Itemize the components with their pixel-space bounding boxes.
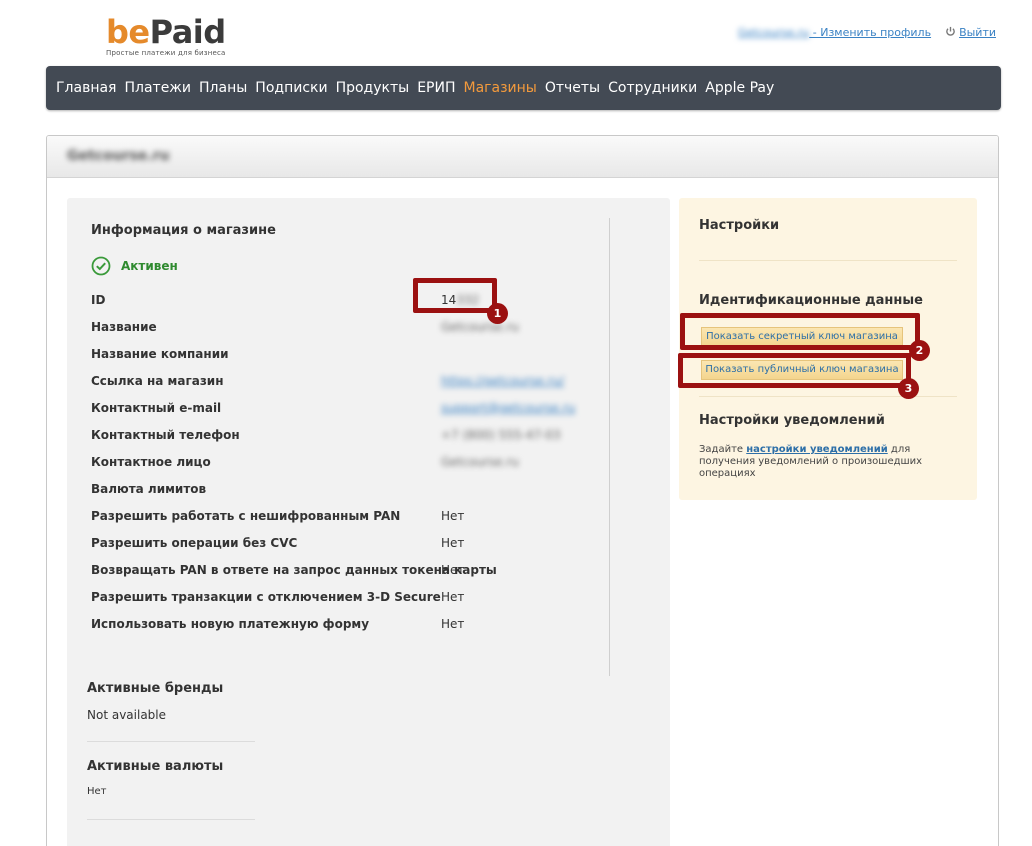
notify-prefix: Задайте [699, 444, 747, 455]
active-currencies-value: Нет [87, 786, 107, 797]
main-nav: Главная Платежи Планы Подписки Продукты … [46, 66, 1001, 110]
top-user-links: Getcourse.ru - Изменить профиль Выйти [738, 26, 996, 39]
status-indicator: Активен [91, 256, 178, 276]
nav-item-erip[interactable]: ЕРИП [417, 80, 455, 96]
row-value-unencrypted-pan: Нет [441, 509, 465, 523]
row-label-company: Название компании [91, 347, 229, 361]
row-label-id: ID [91, 293, 106, 307]
row-value-no-cvc: Нет [441, 536, 465, 550]
logo-paid: Paid [149, 13, 227, 51]
row-label-new-payment-form: Использовать новую платежную форму [91, 617, 370, 631]
annotation-badge-3: 3 [898, 378, 919, 399]
annotation-badge-1: 1 [487, 303, 508, 324]
row-label-return-pan: Возвращать PAN в ответе на запрос данных… [91, 563, 497, 577]
nav-item-apple-pay[interactable]: Apple Pay [705, 80, 774, 96]
settings-title: Настройки [699, 218, 780, 233]
row-label-shop-url: Ссылка на магазин [91, 374, 224, 388]
highlight-box-1 [413, 278, 497, 313]
row-label-limit-currency: Валюта лимитов [91, 482, 207, 496]
row-value-contact-person: Getcourse.ru [441, 455, 519, 469]
row-value-no-3ds: Нет [441, 590, 465, 604]
logout-link[interactable]: Выйти [959, 26, 996, 39]
nav-item-employees[interactable]: Сотрудники [608, 80, 697, 96]
brand-tagline: Простые платежи для бизнеса [106, 49, 226, 57]
logo-be: be [106, 13, 150, 51]
highlight-box-3 [678, 353, 911, 388]
currencies-separator [87, 819, 255, 820]
active-currencies-title: Активные валюты [87, 759, 224, 774]
row-label-name: Название [91, 320, 157, 334]
row-value-new-payment-form: Нет [441, 617, 465, 631]
brands-separator [87, 741, 255, 742]
notify-settings-title: Настройки уведомлений [699, 413, 885, 428]
nav-item-plans[interactable]: Планы [199, 80, 247, 96]
shop-name-link[interactable]: Getcourse.ru [738, 26, 809, 39]
annotation-badge-2: 2 [909, 340, 930, 361]
highlight-box-2 [680, 313, 920, 350]
settings-separator-1 [699, 260, 957, 261]
row-label-contact-person: Контактное лицо [91, 455, 211, 469]
active-brands-title: Активные бренды [87, 681, 224, 696]
info-section-title: Информация о магазине [91, 223, 276, 238]
power-icon [946, 26, 955, 36]
nav-item-home[interactable]: Главная [56, 80, 116, 96]
row-value-email[interactable]: support@getcourse.ru [441, 401, 575, 415]
panel-header: Getcourse.ru [47, 136, 998, 178]
row-value-shop-url[interactable]: https://getcourse.ru/ [441, 374, 564, 388]
nav-item-reports[interactable]: Отчеты [545, 80, 600, 96]
nav-item-shops[interactable]: Магазины [463, 80, 536, 96]
row-value-return-pan: Нет [441, 563, 465, 577]
row-label-no-3ds: Разрешить транзакции с отключением 3-D S… [91, 590, 441, 604]
notify-settings-link[interactable]: настройки уведомлений [746, 444, 887, 455]
row-label-no-cvc: Разрешить операции без CVC [91, 536, 298, 550]
brand-logo[interactable]: bePaid Простые платежи для бизнеса [106, 14, 226, 57]
info-divider [609, 218, 610, 676]
nav-item-payments[interactable]: Платежи [124, 80, 191, 96]
nav-item-products[interactable]: Продукты [336, 80, 410, 96]
nav-item-subscriptions[interactable]: Подписки [255, 80, 327, 96]
settings-separator-2 [699, 396, 957, 397]
row-label-phone: Контактный телефон [91, 428, 240, 442]
check-circle-icon [91, 256, 111, 276]
notify-description: Задайте настройки уведомлений для получе… [699, 444, 961, 480]
row-label-email: Контактный e-mail [91, 401, 222, 415]
active-brands-value: Not available [87, 708, 167, 722]
ident-data-title: Идентификационные данные [699, 293, 923, 308]
row-label-unencrypted-pan: Разрешить работать с нешифрованным PAN [91, 509, 401, 523]
edit-profile-link[interactable]: - Изменить профиль [809, 26, 931, 39]
shop-info-box: Информация о магазине Активен ID 14332 Н… [67, 198, 670, 846]
row-value-name: Getcourse.ru [441, 320, 519, 334]
panel-title: Getcourse.ru [67, 148, 170, 164]
row-value-phone: +7 (800) 555-47-03 [441, 428, 561, 442]
shop-panel: Getcourse.ru Информация о магазине Актив… [46, 135, 999, 846]
status-text: Активен [121, 259, 178, 273]
